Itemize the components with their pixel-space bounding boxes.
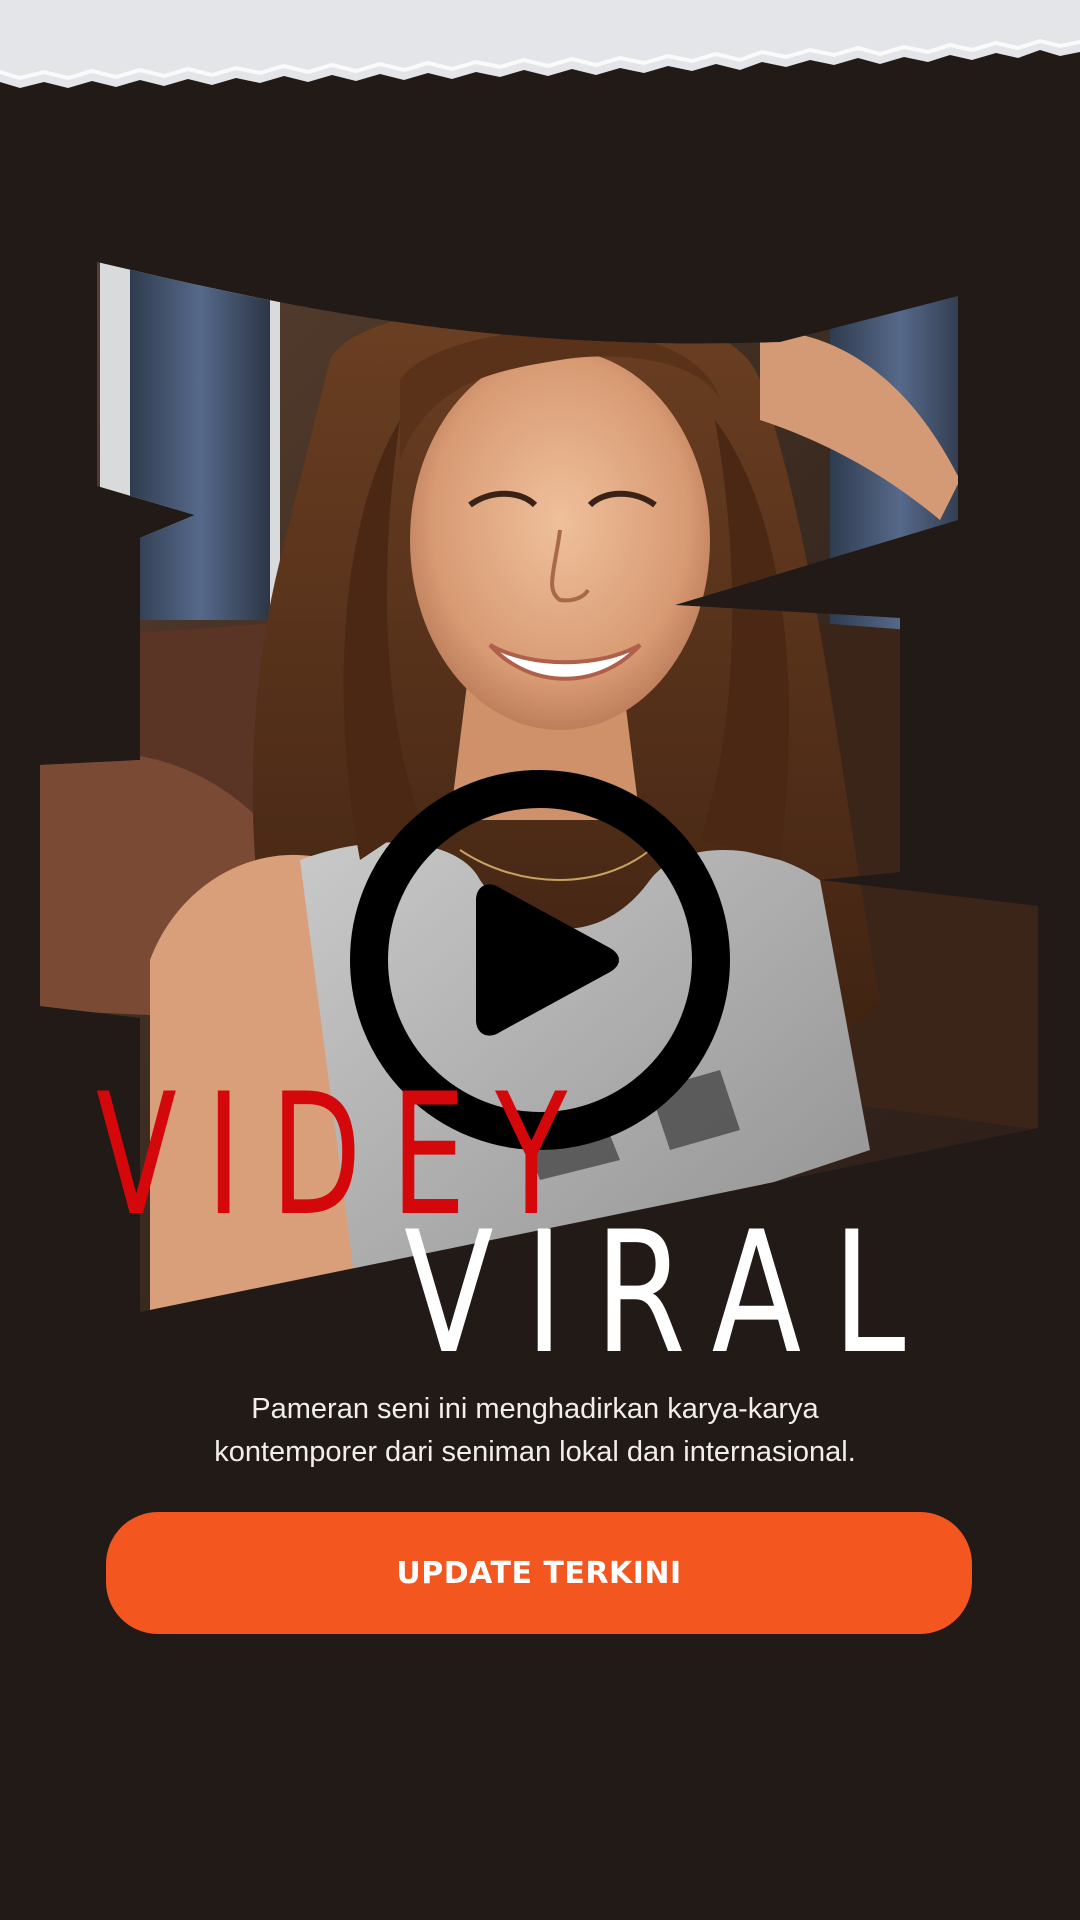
description-line-2: kontemporer dari seniman lokal dan inter… [214,1436,856,1468]
promo-page: VIDEY VIRAL Pameran seni ini menghadirka… [0,0,1080,1920]
update-terkini-button[interactable]: UPDATE TERKINI [106,1512,972,1634]
cta-label: UPDATE TERKINI [396,1555,682,1591]
description-line-1: Pameran seni ini menghadirkan karya-kary… [251,1393,819,1425]
description-text: Pameran seni ini menghadirkan karya-kary… [100,1388,970,1474]
headline-viral: VIRAL [404,1195,937,1391]
